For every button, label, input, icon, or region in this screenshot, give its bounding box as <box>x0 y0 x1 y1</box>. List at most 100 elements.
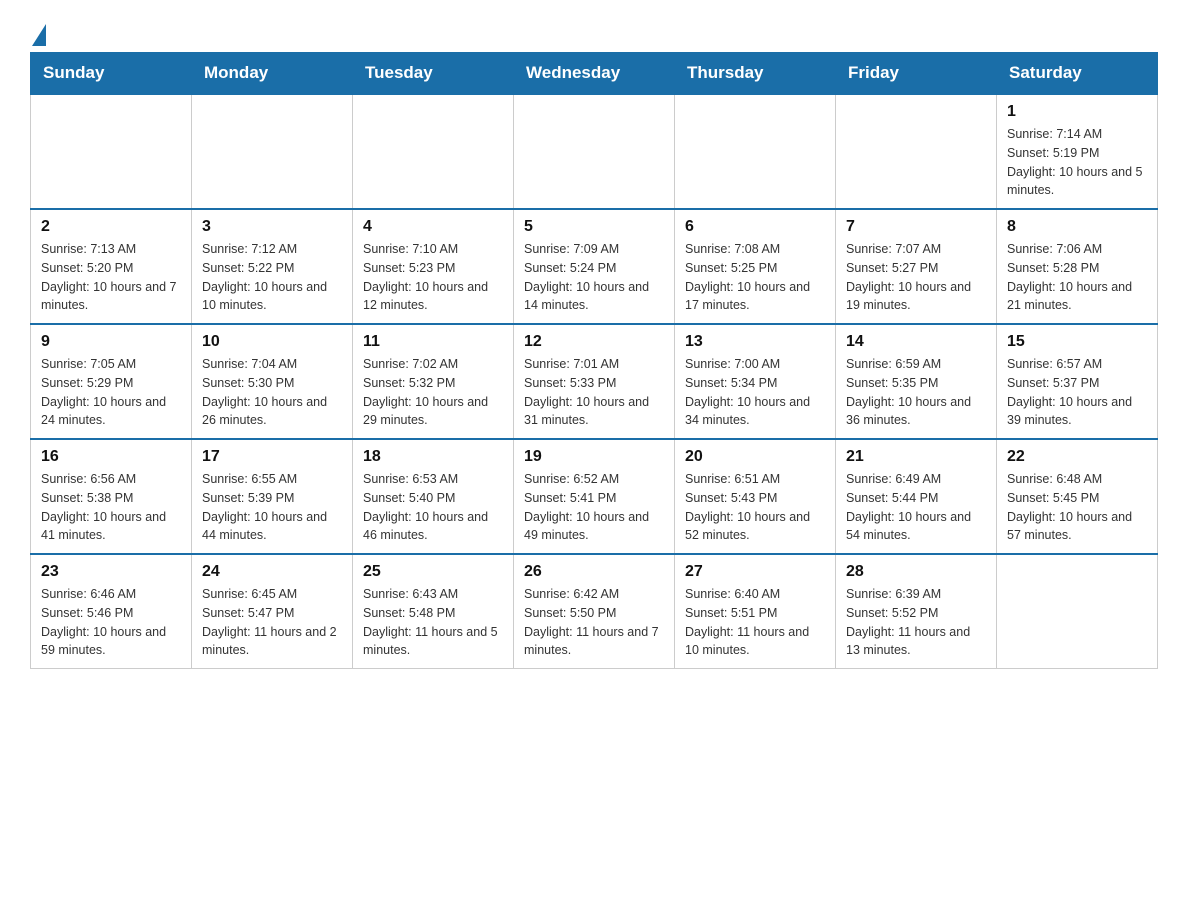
day-info: Sunrise: 7:05 AMSunset: 5:29 PMDaylight:… <box>41 355 181 430</box>
calendar-day-cell: 18 Sunrise: 6:53 AMSunset: 5:40 PMDayligh… <box>353 439 514 554</box>
day-number: 17 <box>202 448 342 466</box>
day-info: Sunrise: 7:13 AMSunset: 5:20 PMDaylight:… <box>41 240 181 315</box>
day-info: Sunrise: 6:49 AMSunset: 5:44 PMDaylight:… <box>846 470 986 545</box>
day-info: Sunrise: 6:53 AMSunset: 5:40 PMDaylight:… <box>363 470 503 545</box>
calendar-day-cell: 12 Sunrise: 7:01 AMSunset: 5:33 PMDayligh… <box>514 324 675 439</box>
calendar-day-cell: 3 Sunrise: 7:12 AMSunset: 5:22 PMDaylight… <box>192 209 353 324</box>
day-number: 13 <box>685 333 825 351</box>
day-info: Sunrise: 7:01 AMSunset: 5:33 PMDaylight:… <box>524 355 664 430</box>
day-number: 21 <box>846 448 986 466</box>
calendar-day-cell: 25 Sunrise: 6:43 AMSunset: 5:48 PMDayligh… <box>353 554 514 669</box>
calendar-day-cell: 13 Sunrise: 7:00 AMSunset: 5:34 PMDayligh… <box>675 324 836 439</box>
weekday-header-monday: Monday <box>192 53 353 95</box>
day-info: Sunrise: 7:10 AMSunset: 5:23 PMDaylight:… <box>363 240 503 315</box>
calendar-day-cell: 20 Sunrise: 6:51 AMSunset: 5:43 PMDayligh… <box>675 439 836 554</box>
day-info: Sunrise: 6:57 AMSunset: 5:37 PMDaylight:… <box>1007 355 1147 430</box>
day-number: 28 <box>846 563 986 581</box>
day-number: 1 <box>1007 103 1147 121</box>
weekday-header-sunday: Sunday <box>31 53 192 95</box>
calendar-body: 1 Sunrise: 7:14 AMSunset: 5:19 PMDaylight… <box>31 94 1158 669</box>
weekday-header-friday: Friday <box>836 53 997 95</box>
day-number: 26 <box>524 563 664 581</box>
calendar-day-cell: 10 Sunrise: 7:04 AMSunset: 5:30 PMDayligh… <box>192 324 353 439</box>
day-info: Sunrise: 6:46 AMSunset: 5:46 PMDaylight:… <box>41 585 181 660</box>
weekday-header-thursday: Thursday <box>675 53 836 95</box>
day-number: 7 <box>846 218 986 236</box>
calendar-day-cell: 22 Sunrise: 6:48 AMSunset: 5:45 PMDayligh… <box>997 439 1158 554</box>
calendar-day-cell: 17 Sunrise: 6:55 AMSunset: 5:39 PMDayligh… <box>192 439 353 554</box>
day-number: 2 <box>41 218 181 236</box>
calendar-day-cell: 27 Sunrise: 6:40 AMSunset: 5:51 PMDayligh… <box>675 554 836 669</box>
day-info: Sunrise: 6:43 AMSunset: 5:48 PMDaylight:… <box>363 585 503 660</box>
weekday-header-row: SundayMondayTuesdayWednesdayThursdayFrid… <box>31 53 1158 95</box>
day-number: 12 <box>524 333 664 351</box>
day-info: Sunrise: 6:39 AMSunset: 5:52 PMDaylight:… <box>846 585 986 660</box>
day-info: Sunrise: 7:08 AMSunset: 5:25 PMDaylight:… <box>685 240 825 315</box>
calendar-day-cell: 5 Sunrise: 7:09 AMSunset: 5:24 PMDaylight… <box>514 209 675 324</box>
day-info: Sunrise: 6:45 AMSunset: 5:47 PMDaylight:… <box>202 585 342 660</box>
day-info: Sunrise: 6:42 AMSunset: 5:50 PMDaylight:… <box>524 585 664 660</box>
calendar-day-cell: 24 Sunrise: 6:45 AMSunset: 5:47 PMDayligh… <box>192 554 353 669</box>
day-info: Sunrise: 6:55 AMSunset: 5:39 PMDaylight:… <box>202 470 342 545</box>
calendar-week-row: 16 Sunrise: 6:56 AMSunset: 5:38 PMDayligh… <box>31 439 1158 554</box>
day-number: 23 <box>41 563 181 581</box>
day-number: 27 <box>685 563 825 581</box>
calendar-week-row: 2 Sunrise: 7:13 AMSunset: 5:20 PMDaylight… <box>31 209 1158 324</box>
day-number: 19 <box>524 448 664 466</box>
day-info: Sunrise: 6:56 AMSunset: 5:38 PMDaylight:… <box>41 470 181 545</box>
calendar-day-cell: 1 Sunrise: 7:14 AMSunset: 5:19 PMDaylight… <box>997 94 1158 209</box>
calendar-day-cell: 23 Sunrise: 6:46 AMSunset: 5:46 PMDayligh… <box>31 554 192 669</box>
calendar-header: SundayMondayTuesdayWednesdayThursdayFrid… <box>31 53 1158 95</box>
day-number: 5 <box>524 218 664 236</box>
day-info: Sunrise: 6:51 AMSunset: 5:43 PMDaylight:… <box>685 470 825 545</box>
calendar-day-cell: 14 Sunrise: 6:59 AMSunset: 5:35 PMDayligh… <box>836 324 997 439</box>
calendar-day-cell: 26 Sunrise: 6:42 AMSunset: 5:50 PMDayligh… <box>514 554 675 669</box>
calendar-day-cell: 19 Sunrise: 6:52 AMSunset: 5:41 PMDayligh… <box>514 439 675 554</box>
day-info: Sunrise: 6:59 AMSunset: 5:35 PMDaylight:… <box>846 355 986 430</box>
day-number: 15 <box>1007 333 1147 351</box>
day-number: 18 <box>363 448 503 466</box>
calendar-day-cell: 15 Sunrise: 6:57 AMSunset: 5:37 PMDayligh… <box>997 324 1158 439</box>
calendar-day-cell: 11 Sunrise: 7:02 AMSunset: 5:32 PMDayligh… <box>353 324 514 439</box>
day-info: Sunrise: 7:02 AMSunset: 5:32 PMDaylight:… <box>363 355 503 430</box>
day-info: Sunrise: 6:52 AMSunset: 5:41 PMDaylight:… <box>524 470 664 545</box>
day-number: 3 <box>202 218 342 236</box>
day-number: 22 <box>1007 448 1147 466</box>
day-number: 24 <box>202 563 342 581</box>
day-number: 4 <box>363 218 503 236</box>
calendar-week-row: 9Sunrise: 7:05 AMSunset: 5:29 PMDaylight… <box>31 324 1158 439</box>
calendar-day-cell <box>675 94 836 209</box>
calendar-day-cell: 8Sunrise: 7:06 AMSunset: 5:28 PMDaylight… <box>997 209 1158 324</box>
day-number: 16 <box>41 448 181 466</box>
calendar-day-cell <box>514 94 675 209</box>
logo-triangle-icon <box>32 24 46 46</box>
calendar-day-cell: 4 Sunrise: 7:10 AMSunset: 5:23 PMDaylight… <box>353 209 514 324</box>
day-info: Sunrise: 6:48 AMSunset: 5:45 PMDaylight:… <box>1007 470 1147 545</box>
calendar-day-cell: 6Sunrise: 7:08 AMSunset: 5:25 PMDaylight… <box>675 209 836 324</box>
weekday-header-wednesday: Wednesday <box>514 53 675 95</box>
calendar-day-cell: 9Sunrise: 7:05 AMSunset: 5:29 PMDaylight… <box>31 324 192 439</box>
day-number: 20 <box>685 448 825 466</box>
calendar-week-row: 1 Sunrise: 7:14 AMSunset: 5:19 PMDaylight… <box>31 94 1158 209</box>
calendar-day-cell: 21 Sunrise: 6:49 AMSunset: 5:44 PMDayligh… <box>836 439 997 554</box>
calendar-day-cell <box>353 94 514 209</box>
logo <box>30 20 46 42</box>
weekday-header-tuesday: Tuesday <box>353 53 514 95</box>
day-info: Sunrise: 7:06 AMSunset: 5:28 PMDaylight:… <box>1007 240 1147 315</box>
day-number: 10 <box>202 333 342 351</box>
day-info: Sunrise: 7:07 AMSunset: 5:27 PMDaylight:… <box>846 240 986 315</box>
calendar-day-cell <box>192 94 353 209</box>
day-number: 14 <box>846 333 986 351</box>
day-info: Sunrise: 7:14 AMSunset: 5:19 PMDaylight:… <box>1007 125 1147 200</box>
day-number: 11 <box>363 333 503 351</box>
day-info: Sunrise: 7:04 AMSunset: 5:30 PMDaylight:… <box>202 355 342 430</box>
day-info: Sunrise: 7:00 AMSunset: 5:34 PMDaylight:… <box>685 355 825 430</box>
page-header <box>30 20 1158 42</box>
calendar-day-cell: 28 Sunrise: 6:39 AMSunset: 5:52 PMDayligh… <box>836 554 997 669</box>
day-info: Sunrise: 6:40 AMSunset: 5:51 PMDaylight:… <box>685 585 825 660</box>
calendar-day-cell: 2 Sunrise: 7:13 AMSunset: 5:20 PMDaylight… <box>31 209 192 324</box>
day-info: Sunrise: 7:12 AMSunset: 5:22 PMDaylight:… <box>202 240 342 315</box>
calendar-day-cell: 16 Sunrise: 6:56 AMSunset: 5:38 PMDayligh… <box>31 439 192 554</box>
day-number: 25 <box>363 563 503 581</box>
day-info: Sunrise: 7:09 AMSunset: 5:24 PMDaylight:… <box>524 240 664 315</box>
